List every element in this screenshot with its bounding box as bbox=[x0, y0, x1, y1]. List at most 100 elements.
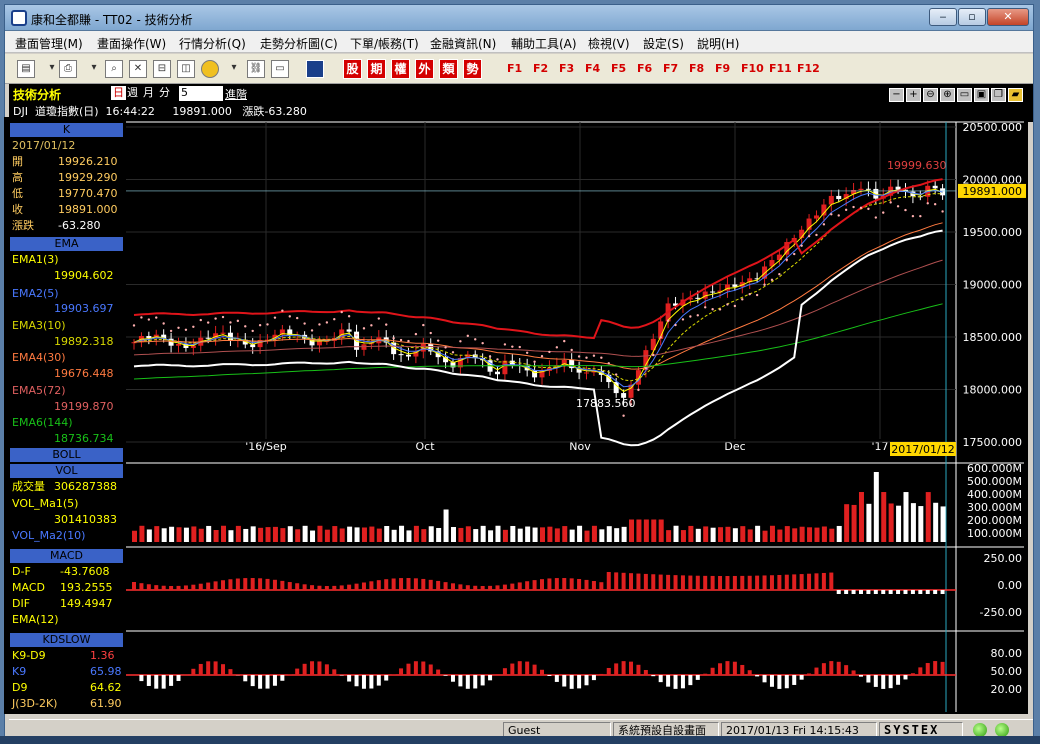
kd-tick-1: 50.00 bbox=[991, 665, 1023, 678]
brand-logo-icon[interactable] bbox=[306, 60, 324, 78]
macd-bar bbox=[881, 590, 886, 594]
f5-button[interactable]: F5 bbox=[611, 62, 626, 75]
period-week-button[interactable]: 週 bbox=[127, 86, 138, 100]
k-header[interactable]: K bbox=[10, 123, 123, 137]
zoom-out-icon[interactable]: − bbox=[889, 88, 904, 102]
macd-bar bbox=[896, 590, 901, 594]
menu-help[interactable]: 說明(H) bbox=[697, 35, 739, 52]
f6-button[interactable]: F6 bbox=[637, 62, 652, 75]
save-icon[interactable]: ▣ bbox=[974, 88, 989, 102]
title-bar[interactable]: 康和全都賺 - TT02 - 技術分析 ‒ ▫ ✕ bbox=[5, 5, 1033, 31]
period-day-button[interactable]: 日 bbox=[111, 86, 126, 100]
menu-settings[interactable]: 設定(S) bbox=[643, 35, 684, 52]
sar-dot bbox=[904, 208, 907, 212]
folder-icon[interactable]: ▰ bbox=[1008, 88, 1023, 102]
macd-bar bbox=[532, 580, 537, 590]
menu-tools[interactable]: 輔助工具(A) bbox=[511, 35, 577, 52]
chat-icon[interactable]: ▭ bbox=[957, 88, 972, 102]
foreign-tile-button[interactable]: 外 bbox=[415, 59, 434, 79]
f10-button[interactable]: F10 bbox=[741, 62, 764, 75]
layout-icon[interactable]: ▤ bbox=[17, 60, 35, 78]
kd-bar bbox=[918, 667, 923, 675]
macd-header[interactable]: MACD bbox=[10, 549, 123, 563]
magnify-plus-icon[interactable]: ⊕ bbox=[940, 88, 955, 102]
menu-order-account[interactable]: 下單/帳務(T) bbox=[350, 35, 419, 52]
kd-bar bbox=[206, 661, 211, 675]
close-button[interactable]: ✕ bbox=[987, 8, 1029, 26]
ema-header[interactable]: EMA bbox=[10, 237, 123, 251]
sar-dot bbox=[570, 348, 573, 352]
chart-icon[interactable]: ▭ bbox=[271, 60, 289, 78]
menu-view[interactable]: 檢視(V) bbox=[588, 35, 630, 52]
macd-bar bbox=[680, 575, 685, 590]
f4-button[interactable]: F4 bbox=[585, 62, 600, 75]
vol-tick-1: 500.000M bbox=[967, 475, 1022, 488]
dropdown-icon-3[interactable]: ▾ bbox=[225, 60, 243, 78]
period-minute-select[interactable]: 5 bbox=[179, 86, 223, 101]
volume-bar bbox=[851, 504, 857, 542]
macd-bar bbox=[265, 578, 270, 590]
menu-trend-chart[interactable]: 走勢分析圖(C) bbox=[260, 35, 338, 52]
dropdown-icon-2[interactable]: ▾ bbox=[85, 60, 103, 78]
menu-screen-operate[interactable]: 畫面操作(W) bbox=[97, 35, 166, 52]
volume-bar bbox=[777, 529, 783, 542]
sar-dot bbox=[140, 316, 143, 319]
menu-quote-analysis[interactable]: 行情分析(Q) bbox=[179, 35, 246, 52]
link-icon[interactable]: ⛓ bbox=[247, 60, 265, 78]
kd-bar bbox=[621, 661, 626, 675]
stock-tile-button[interactable]: 股 bbox=[343, 59, 362, 79]
kd-bar bbox=[258, 675, 263, 689]
kdslow-header[interactable]: KDSLOW bbox=[10, 633, 123, 647]
f3-button[interactable]: F3 bbox=[559, 62, 574, 75]
globe-icon[interactable] bbox=[201, 60, 219, 78]
volume-bar bbox=[324, 529, 330, 542]
zoom-in-icon[interactable]: + bbox=[906, 88, 921, 102]
tile-vertical-icon[interactable]: ◫ bbox=[177, 60, 195, 78]
search-icon[interactable]: ⌕ bbox=[105, 60, 123, 78]
menu-finance-info[interactable]: 金融資訊(N) bbox=[430, 35, 496, 52]
minimize-button[interactable]: ‒ bbox=[929, 8, 957, 26]
kd-bar bbox=[591, 675, 596, 681]
volume-bar bbox=[829, 528, 835, 542]
vol-header[interactable]: VOL bbox=[10, 464, 123, 478]
menu-screen-manage[interactable]: 畫面管理(M) bbox=[15, 35, 83, 52]
f8-button[interactable]: F8 bbox=[689, 62, 704, 75]
trend-tile-button[interactable]: 勢 bbox=[463, 59, 482, 79]
period-month-button[interactable]: 月 bbox=[143, 86, 154, 100]
close-window-icon[interactable]: ✕ bbox=[129, 60, 147, 78]
macd-bar bbox=[399, 578, 404, 590]
kd-bar bbox=[354, 675, 359, 687]
period-minute-button[interactable]: 分 bbox=[159, 86, 170, 100]
f11-button[interactable]: F11 bbox=[769, 62, 792, 75]
ema6-value: 18736.734 bbox=[54, 432, 114, 445]
boll-header[interactable]: BOLL bbox=[10, 448, 123, 462]
f7-button[interactable]: F7 bbox=[663, 62, 678, 75]
print-icon[interactable]: ⎙ bbox=[59, 60, 77, 78]
options-tile-button[interactable]: 權 bbox=[391, 59, 410, 79]
window-icon[interactable]: ❐ bbox=[991, 88, 1006, 102]
f9-button[interactable]: F9 bbox=[715, 62, 730, 75]
volume-bar bbox=[235, 525, 241, 542]
sar-dot bbox=[169, 329, 173, 333]
volume-bar bbox=[361, 527, 367, 542]
sar-dot bbox=[540, 355, 544, 358]
sar-dot bbox=[563, 339, 566, 343]
volume-bar bbox=[502, 529, 508, 542]
sar-dot bbox=[800, 244, 803, 247]
sar-dot bbox=[273, 316, 277, 319]
f2-button[interactable]: F2 bbox=[533, 62, 548, 75]
chart-area[interactable]: '16/Sep Oct Nov Dec '17 20500.000 20000.000 195… bbox=[4, 117, 1028, 714]
kd-bar bbox=[473, 675, 478, 689]
maximize-button[interactable]: ▫ bbox=[958, 8, 986, 26]
kd-bar bbox=[213, 661, 218, 675]
category-tile-button[interactable]: 類 bbox=[439, 59, 458, 79]
f12-button[interactable]: F12 bbox=[797, 62, 820, 75]
sar-dot bbox=[637, 388, 640, 392]
tile-horizontal-icon[interactable]: ⊟ bbox=[153, 60, 171, 78]
advanced-link[interactable]: 進階 bbox=[225, 86, 247, 102]
f1-button[interactable]: F1 bbox=[507, 62, 522, 75]
vol-ma1-value: 301410383 bbox=[54, 513, 117, 526]
sar-dot bbox=[815, 233, 818, 237]
magnify-minus-icon[interactable]: ⊖ bbox=[923, 88, 938, 102]
futures-tile-button[interactable]: 期 bbox=[367, 59, 386, 79]
